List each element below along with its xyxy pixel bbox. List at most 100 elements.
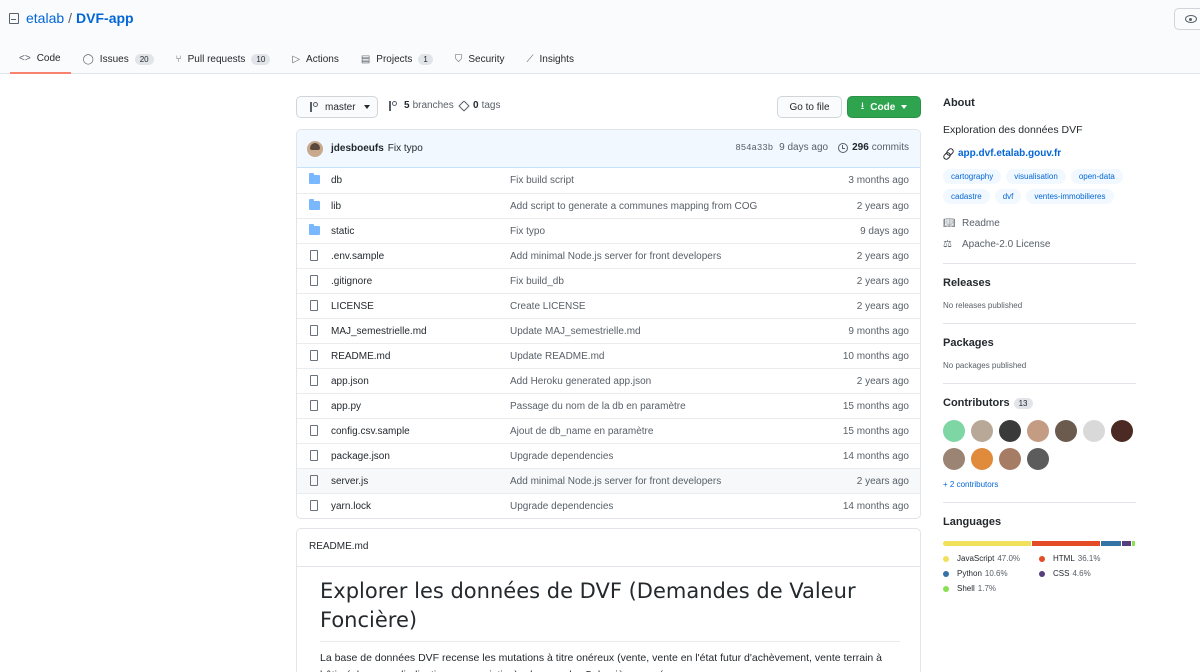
- file-row[interactable]: package.json Upgrade dependencies 14 month…: [297, 443, 920, 468]
- file-name-link[interactable]: config.csv.sample: [331, 426, 410, 437]
- code-button[interactable]: ⭳ Code: [847, 96, 921, 118]
- file-commit-message-link[interactable]: Upgrade dependencies: [510, 501, 613, 512]
- file-commit-message-link[interactable]: Add minimal Node.js server for front dev…: [510, 476, 721, 487]
- avatar[interactable]: [971, 448, 993, 470]
- commit-message-link[interactable]: Fix typo: [388, 143, 423, 154]
- tab-pull-requests[interactable]: ⑂ Pull requests 10: [167, 44, 281, 74]
- file-name-link[interactable]: package.json: [331, 451, 390, 462]
- avatar[interactable]: [307, 140, 323, 157]
- file-row[interactable]: yarn.lock Upgrade dependencies 14 months a…: [297, 493, 920, 518]
- file-commit-message-link[interactable]: Fix typo: [510, 226, 545, 237]
- file-name-link[interactable]: yarn.lock: [331, 501, 371, 512]
- avatar[interactable]: [943, 448, 965, 470]
- file-name-link[interactable]: LICENSE: [331, 301, 374, 312]
- branches-link[interactable]: 5 branches: [388, 100, 454, 111]
- file-row[interactable]: .env.sample Add minimal Node.js server fo…: [297, 243, 920, 268]
- file-commit-message-link[interactable]: Passage du nom de la db en paramètre: [510, 401, 686, 412]
- file-commit-message-link[interactable]: Ajout de db_name en paramètre: [510, 426, 653, 437]
- go-to-file-button[interactable]: Go to file: [777, 96, 842, 118]
- file-age: 2 years ago: [856, 250, 909, 262]
- repo-name-link[interactable]: DVF-app: [76, 10, 134, 26]
- website-link[interactable]: app.dvf.etalab.gouv.fr: [943, 148, 1136, 159]
- file-row[interactable]: db Fix build script 3 months ago: [297, 168, 920, 193]
- avatar[interactable]: [999, 420, 1021, 442]
- tab-security[interactable]: ⛉ Security: [446, 44, 515, 74]
- file-commit-message-link[interactable]: Fix build_db: [510, 276, 564, 287]
- file-commit-message-link[interactable]: Update MAJ_semestrielle.md: [510, 326, 641, 337]
- avatar[interactable]: [1111, 420, 1133, 442]
- caret-down-icon: [901, 105, 908, 109]
- commit-author-link[interactable]: jdesboeufs: [331, 143, 384, 154]
- topic-tag[interactable]: cadastre: [943, 189, 990, 204]
- file-commit-message-link[interactable]: Add minimal Node.js server for front dev…: [510, 251, 721, 262]
- avatar[interactable]: [971, 420, 993, 442]
- repo-owner-link[interactable]: etalab: [26, 10, 64, 26]
- avatar[interactable]: [943, 420, 965, 442]
- file-commit-message-link[interactable]: Upgrade dependencies: [510, 451, 613, 462]
- topic-tag[interactable]: dvf: [994, 189, 1022, 204]
- topic-tag[interactable]: cartography: [943, 169, 1002, 184]
- language-item[interactable]: Python 10.6%: [943, 569, 1039, 578]
- file-commit-message-link[interactable]: Add Heroku generated app.json: [510, 376, 651, 387]
- file-name-link[interactable]: .gitignore: [331, 276, 372, 287]
- file-row[interactable]: LICENSE Create LICENSE 2 years ago: [297, 293, 920, 318]
- file-name-link[interactable]: README.md: [331, 351, 390, 362]
- avatar[interactable]: [1083, 420, 1105, 442]
- tab-projects[interactable]: ▤ Projects 1: [352, 44, 443, 74]
- file-row[interactable]: lib Add script to generate a communes map…: [297, 193, 920, 218]
- pull-request-icon: ⑂: [175, 53, 182, 65]
- packages-title[interactable]: Packages: [943, 337, 1136, 349]
- file-commit-message-link[interactable]: Add script to generate a communes mappin…: [510, 201, 757, 212]
- topic-tag[interactable]: open-data: [1070, 169, 1123, 184]
- file-row[interactable]: app.json Add Heroku generated app.json 2 y…: [297, 368, 920, 393]
- license-link[interactable]: ⚖ Apache-2.0 License: [943, 239, 1136, 250]
- topic-tag[interactable]: visualisation: [1006, 169, 1066, 184]
- repo-title: etalab / DVF-app: [9, 10, 134, 26]
- readme-link[interactable]: 📖︎ Readme: [943, 218, 1136, 229]
- about-title: About: [943, 97, 975, 109]
- language-item[interactable]: JavaScript 47.0%: [943, 554, 1039, 563]
- file-age: 10 months ago: [842, 350, 909, 362]
- language-item[interactable]: HTML 36.1%: [1039, 554, 1135, 563]
- file-row[interactable]: server.js Add minimal Node.js server for …: [297, 468, 920, 493]
- file-name-link[interactable]: static: [331, 226, 354, 237]
- tab-code[interactable]: <> Code: [10, 44, 71, 74]
- file-name-link[interactable]: db: [331, 175, 342, 186]
- avatar[interactable]: [999, 448, 1021, 470]
- releases-title[interactable]: Releases: [943, 277, 1136, 289]
- file-row[interactable]: config.csv.sample Ajout de db_name en par…: [297, 418, 920, 443]
- file-name-link[interactable]: app.py: [331, 401, 361, 412]
- avatar[interactable]: [1027, 448, 1049, 470]
- contributors-title[interactable]: Contributors 13: [943, 397, 1136, 409]
- more-contributors-link[interactable]: + 2 contributors: [943, 480, 1136, 489]
- language-bar-segment: [1032, 541, 1101, 546]
- file-commit-message-link[interactable]: Create LICENSE: [510, 301, 586, 312]
- branch-select-button[interactable]: master: [296, 96, 378, 118]
- file-name-link[interactable]: lib: [331, 201, 341, 212]
- file-row[interactable]: .gitignore Fix build_db 2 years ago: [297, 268, 920, 293]
- file-row[interactable]: MAJ_semestrielle.md Update MAJ_semestriel…: [297, 318, 920, 343]
- tags-link[interactable]: 0 tags: [458, 99, 500, 112]
- avatar[interactable]: [1055, 420, 1077, 442]
- language-item[interactable]: Shell 1.7%: [943, 584, 1039, 593]
- file-row[interactable]: README.md Update README.md 10 months ago: [297, 343, 920, 368]
- commit-sha-link[interactable]: 854a33b: [735, 143, 773, 153]
- file-name-link[interactable]: app.json: [331, 376, 369, 387]
- file-name-link[interactable]: MAJ_semestrielle.md: [331, 326, 427, 337]
- file-row[interactable]: app.py Passage du nom de la db en paramèt…: [297, 393, 920, 418]
- avatar[interactable]: [1027, 420, 1049, 442]
- file-commit-message-link[interactable]: Fix build script: [510, 175, 574, 186]
- tab-actions[interactable]: ▷ Actions: [283, 44, 349, 74]
- packages-text: No packages published: [943, 361, 1027, 370]
- commits-history-link[interactable]: 296 commits: [828, 142, 909, 153]
- file-name-link[interactable]: server.js: [331, 476, 368, 487]
- file-commit-message-link[interactable]: Update README.md: [510, 351, 604, 362]
- watch-button[interactable]: [1174, 8, 1200, 30]
- topic-tag[interactable]: ventes-immobilieres: [1026, 189, 1114, 204]
- tab-insights[interactable]: ⟋ Insights: [517, 44, 583, 74]
- tab-issues[interactable]: ◯ Issues 20: [74, 44, 164, 74]
- file-icon: [310, 500, 318, 511]
- language-item[interactable]: CSS 4.6%: [1039, 569, 1135, 578]
- file-name-link[interactable]: .env.sample: [331, 251, 384, 262]
- file-row[interactable]: static Fix typo 9 days ago: [297, 218, 920, 243]
